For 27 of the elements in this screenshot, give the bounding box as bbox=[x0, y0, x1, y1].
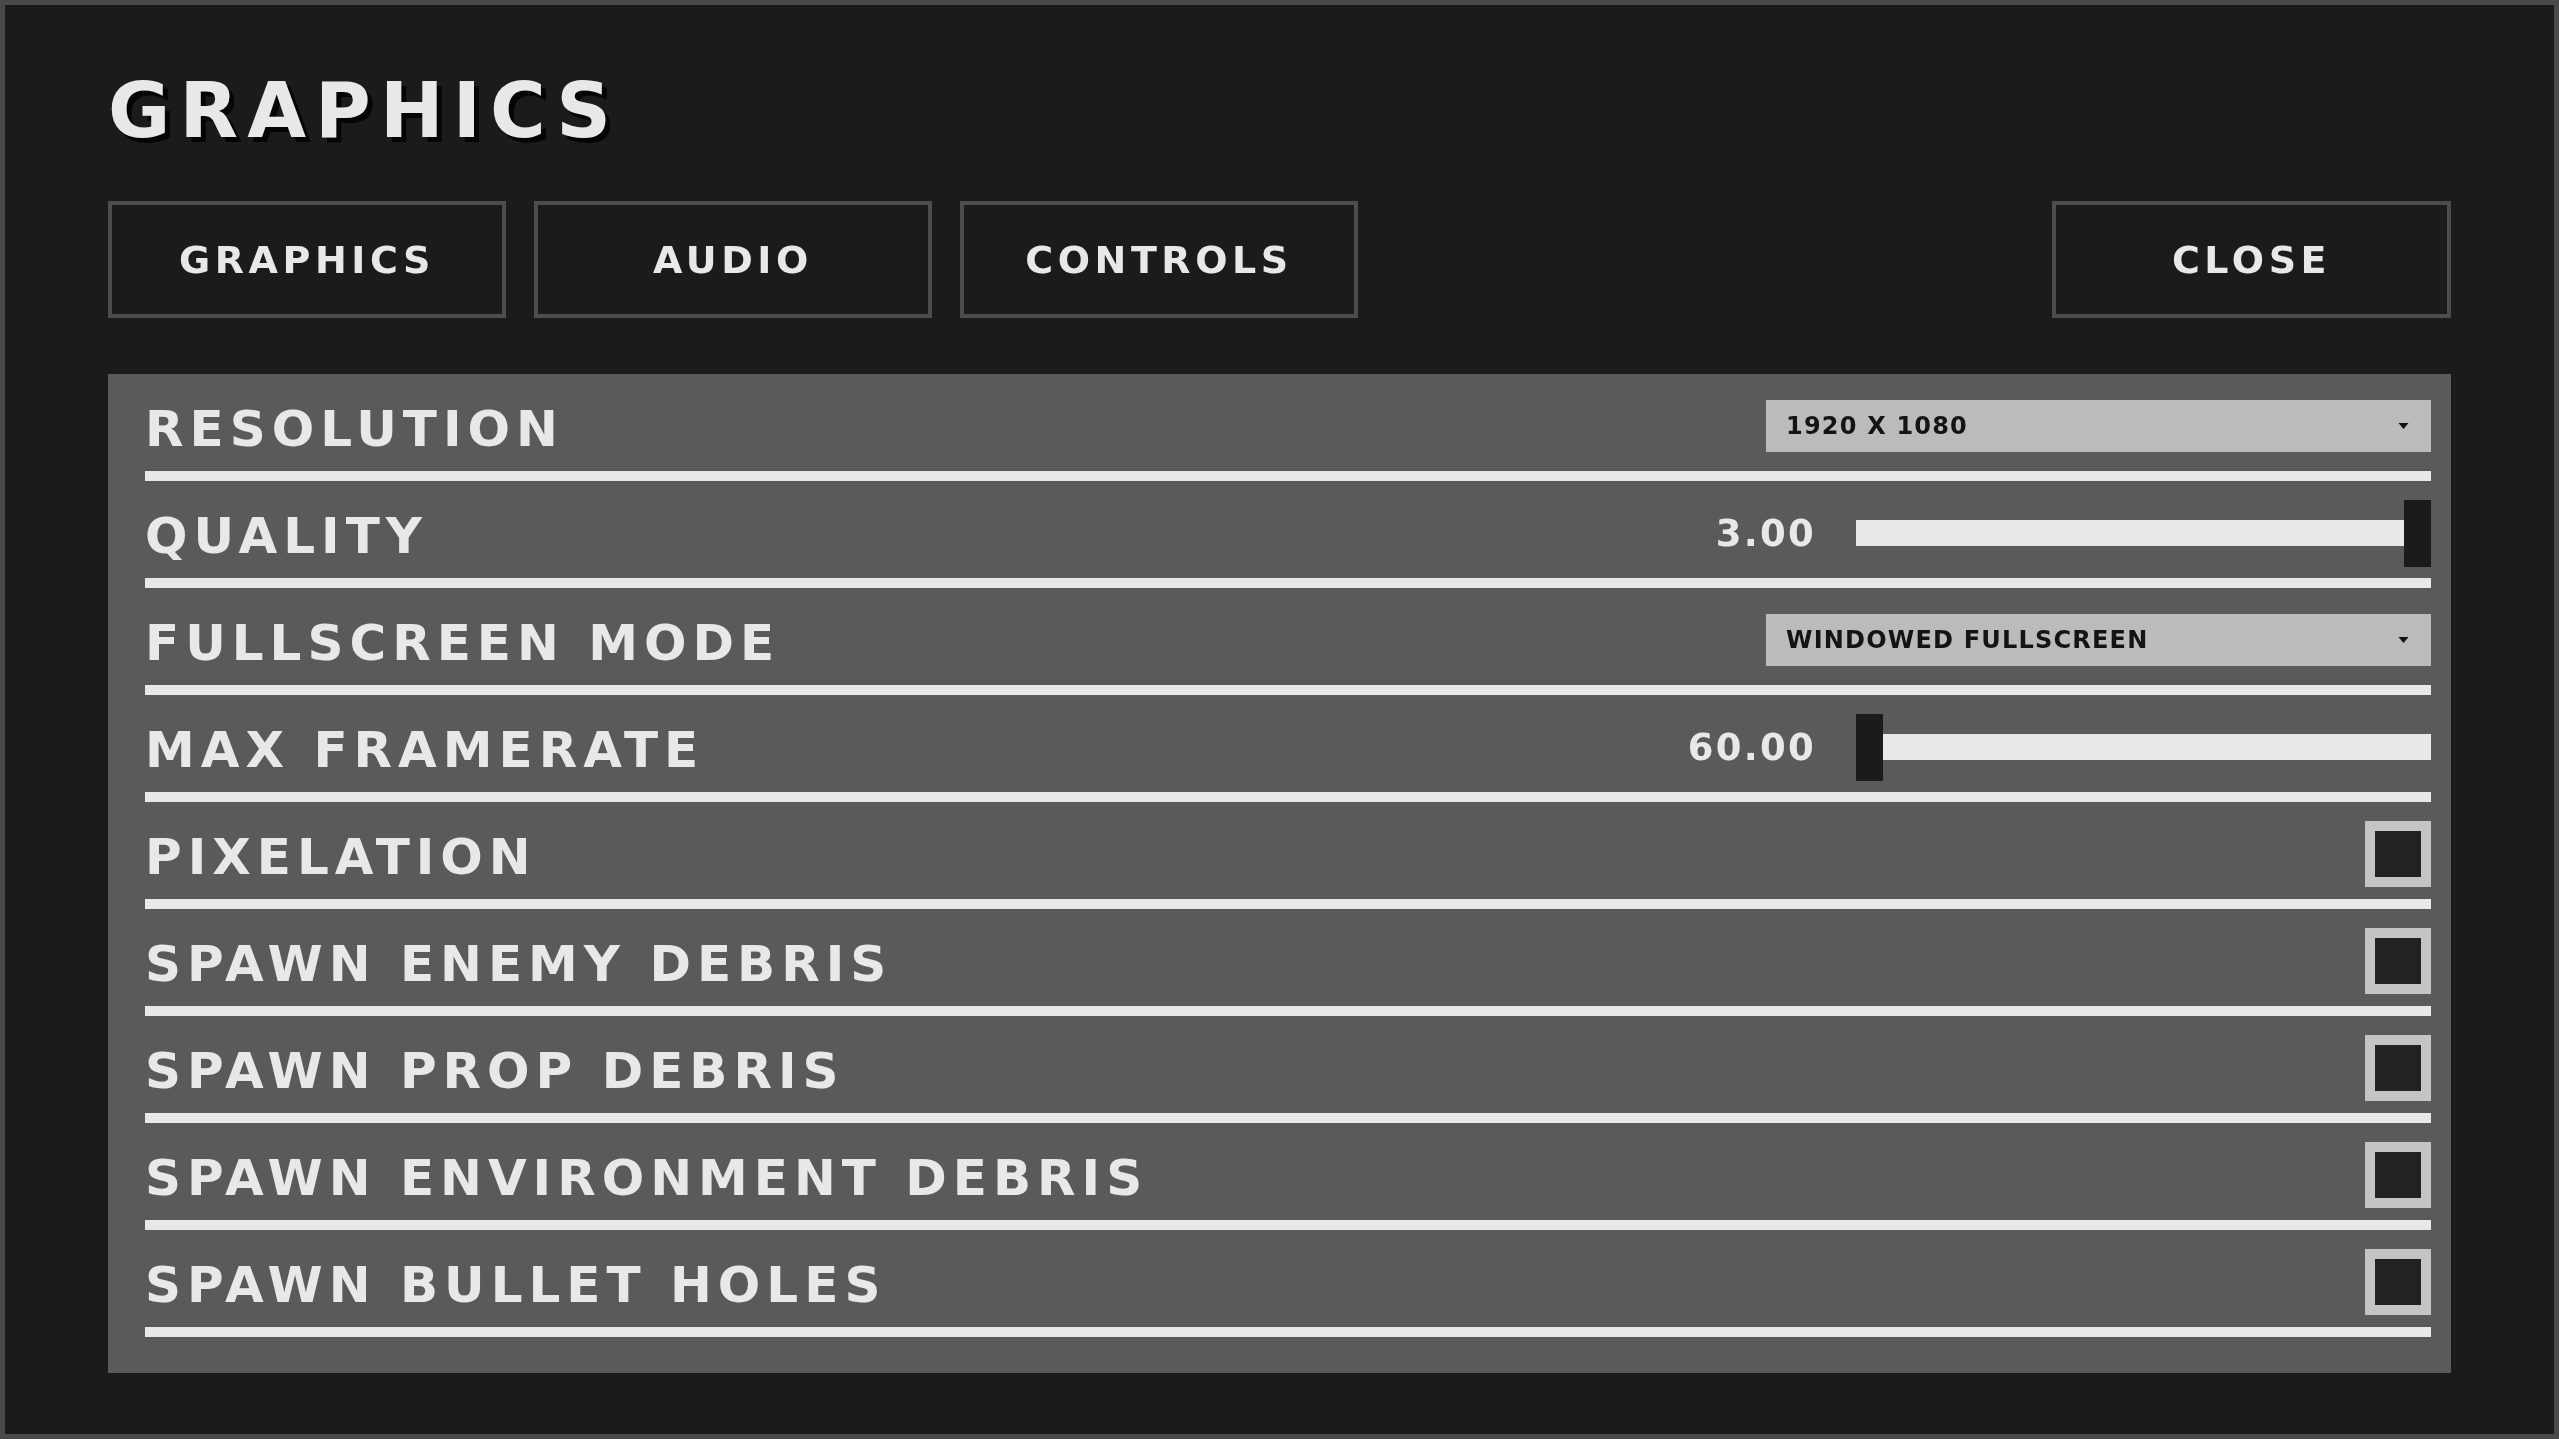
setting-label: RESOLUTION bbox=[145, 399, 564, 454]
setting-label: SPAWN BULLET HOLES bbox=[145, 1255, 887, 1310]
checkbox[interactable] bbox=[2365, 821, 2431, 887]
checkbox[interactable] bbox=[2365, 1249, 2431, 1315]
dropdown[interactable]: WINDOWED FULLSCREEN bbox=[1766, 614, 2431, 666]
dropdown[interactable]: 1920 X 1080 bbox=[1766, 400, 2431, 452]
slider-value: 60.00 bbox=[1687, 728, 1816, 766]
checkbox[interactable] bbox=[2365, 1035, 2431, 1101]
setting-label: SPAWN ENVIRONMENT DEBRIS bbox=[145, 1148, 1149, 1203]
checkbox[interactable] bbox=[2365, 1142, 2431, 1208]
setting-label: SPAWN PROP DEBRIS bbox=[145, 1041, 845, 1096]
slider-thumb[interactable] bbox=[1856, 713, 1883, 781]
setting-label: PIXELATION bbox=[145, 827, 537, 882]
close-button[interactable]: CLOSE bbox=[2052, 201, 2451, 318]
tab[interactable]: GRAPHICS bbox=[108, 201, 506, 318]
checkbox[interactable] bbox=[2365, 928, 2431, 994]
tab[interactable]: CONTROLS bbox=[960, 201, 1358, 318]
caret-icon bbox=[2398, 423, 2409, 429]
setting-label: FULLSCREEN MODE bbox=[145, 613, 781, 668]
caret-icon bbox=[2398, 637, 2409, 643]
setting-label: SPAWN ENEMY DEBRIS bbox=[145, 934, 893, 989]
page-title: GRAPHICS bbox=[108, 73, 621, 149]
setting-label: MAX FRAMERATE bbox=[145, 720, 705, 775]
slider-value: 3.00 bbox=[1715, 514, 1816, 552]
slider-thumb[interactable] bbox=[2404, 499, 2431, 567]
tab[interactable]: AUDIO bbox=[534, 201, 932, 318]
setting-label: QUALITY bbox=[145, 506, 429, 561]
